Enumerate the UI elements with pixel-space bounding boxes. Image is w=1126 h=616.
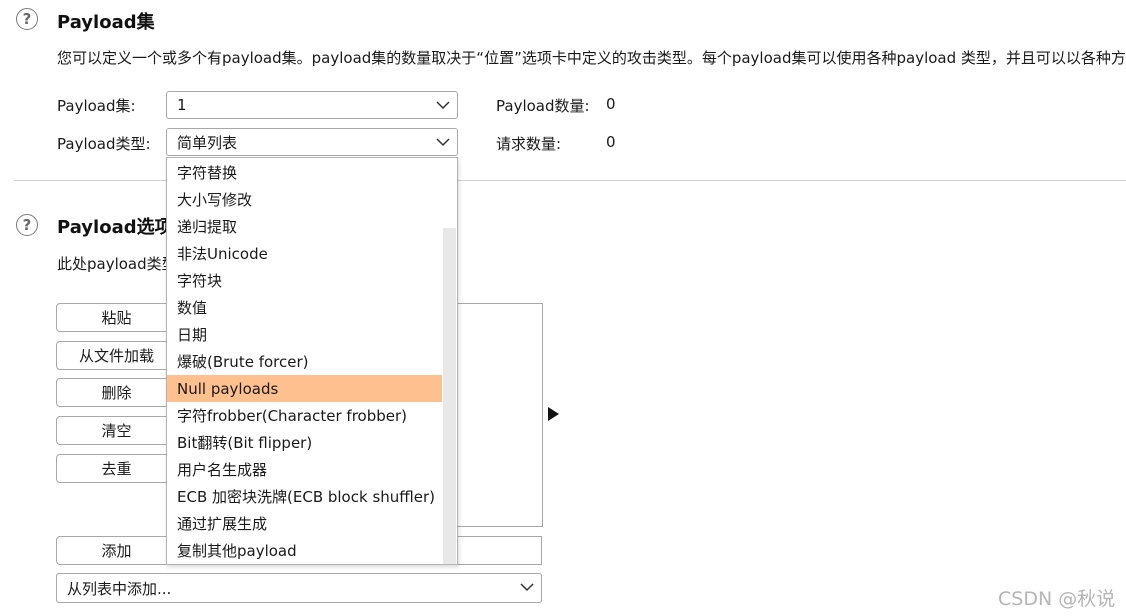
dropdown-item[interactable]: 非法Unicode [167,240,442,267]
dropdown-item[interactable]: 爆破(Brute forcer) [167,348,442,375]
payload-options-description: 此处payload类型 [57,255,177,273]
payload-sets-title: Payload集 [57,12,155,33]
dropdown-item[interactable]: 复制其他payload [167,537,442,564]
request-count-label: 请求数量: [496,135,562,153]
payload-set-value: 1 [177,96,187,114]
payload-count-value: 0 [606,95,616,113]
dropdown-item[interactable]: 字符替换 [167,159,442,186]
payload-type-value: 简单列表 [177,133,238,152]
dropdown-item-highlighted[interactable]: Null payloads [167,375,442,402]
add-button[interactable]: 添加 [56,536,177,565]
help-icon[interactable]: ? [16,8,38,30]
dropdown-item[interactable]: 通过扩展生成 [167,510,442,537]
dropdown-item[interactable]: Bit翻转(Bit flipper) [167,429,442,456]
help-icon[interactable]: ? [16,214,38,236]
clear-button[interactable]: 清空 [56,416,177,445]
dropdown-item[interactable]: 数值 [167,294,442,321]
payload-type-select[interactable]: 简单列表 [166,128,458,156]
add-from-list-value: 从列表中添加... [67,579,172,598]
dropdown-item[interactable]: 字符frobber(Character frobber) [167,402,442,429]
payload-type-dropdown[interactable]: 字符替换 大小写修改 递归提取 非法Unicode 字符块 数值 日期 爆破(B… [166,157,458,565]
dropdown-item[interactable]: 递归提取 [167,213,442,240]
payload-count-label: Payload数量: [496,97,590,115]
dropdown-item[interactable]: ECB 加密块洗牌(ECB block shuffler) [167,483,442,510]
add-from-list-select[interactable]: 从列表中添加... [56,573,542,603]
load-from-file-button[interactable]: 从文件加载 [56,341,177,370]
request-count-value: 0 [606,133,616,151]
dedupe-button[interactable]: 去重 [56,454,177,483]
dropdown-item[interactable]: 字符块 [167,267,442,294]
dropdown-scrollbar[interactable] [442,158,457,564]
watermark: CSDN @秋说 [998,588,1116,610]
play-arrow-icon [548,407,559,421]
payload-set-label: Payload集: [57,97,136,115]
dropdown-item[interactable]: 用户名生成器 [167,456,442,483]
dropdown-item[interactable]: 大小写修改 [167,186,442,213]
chevron-down-icon [436,101,450,110]
chevron-down-icon [436,138,450,147]
dropdown-item[interactable]: 日期 [167,321,442,348]
payload-options-title: Payload选项 [57,217,173,238]
paste-button[interactable]: 粘贴 [56,303,177,332]
payload-type-label: Payload类型: [57,135,151,153]
dropdown-scrollbar-thumb[interactable] [443,228,456,564]
payload-set-select[interactable]: 1 [166,91,458,119]
chevron-down-icon [520,583,534,592]
delete-button[interactable]: 删除 [56,378,177,407]
payload-sets-description: 您可以定义一个或多个有payload集。payload集的数量取决于“位置”选项… [57,49,1126,67]
